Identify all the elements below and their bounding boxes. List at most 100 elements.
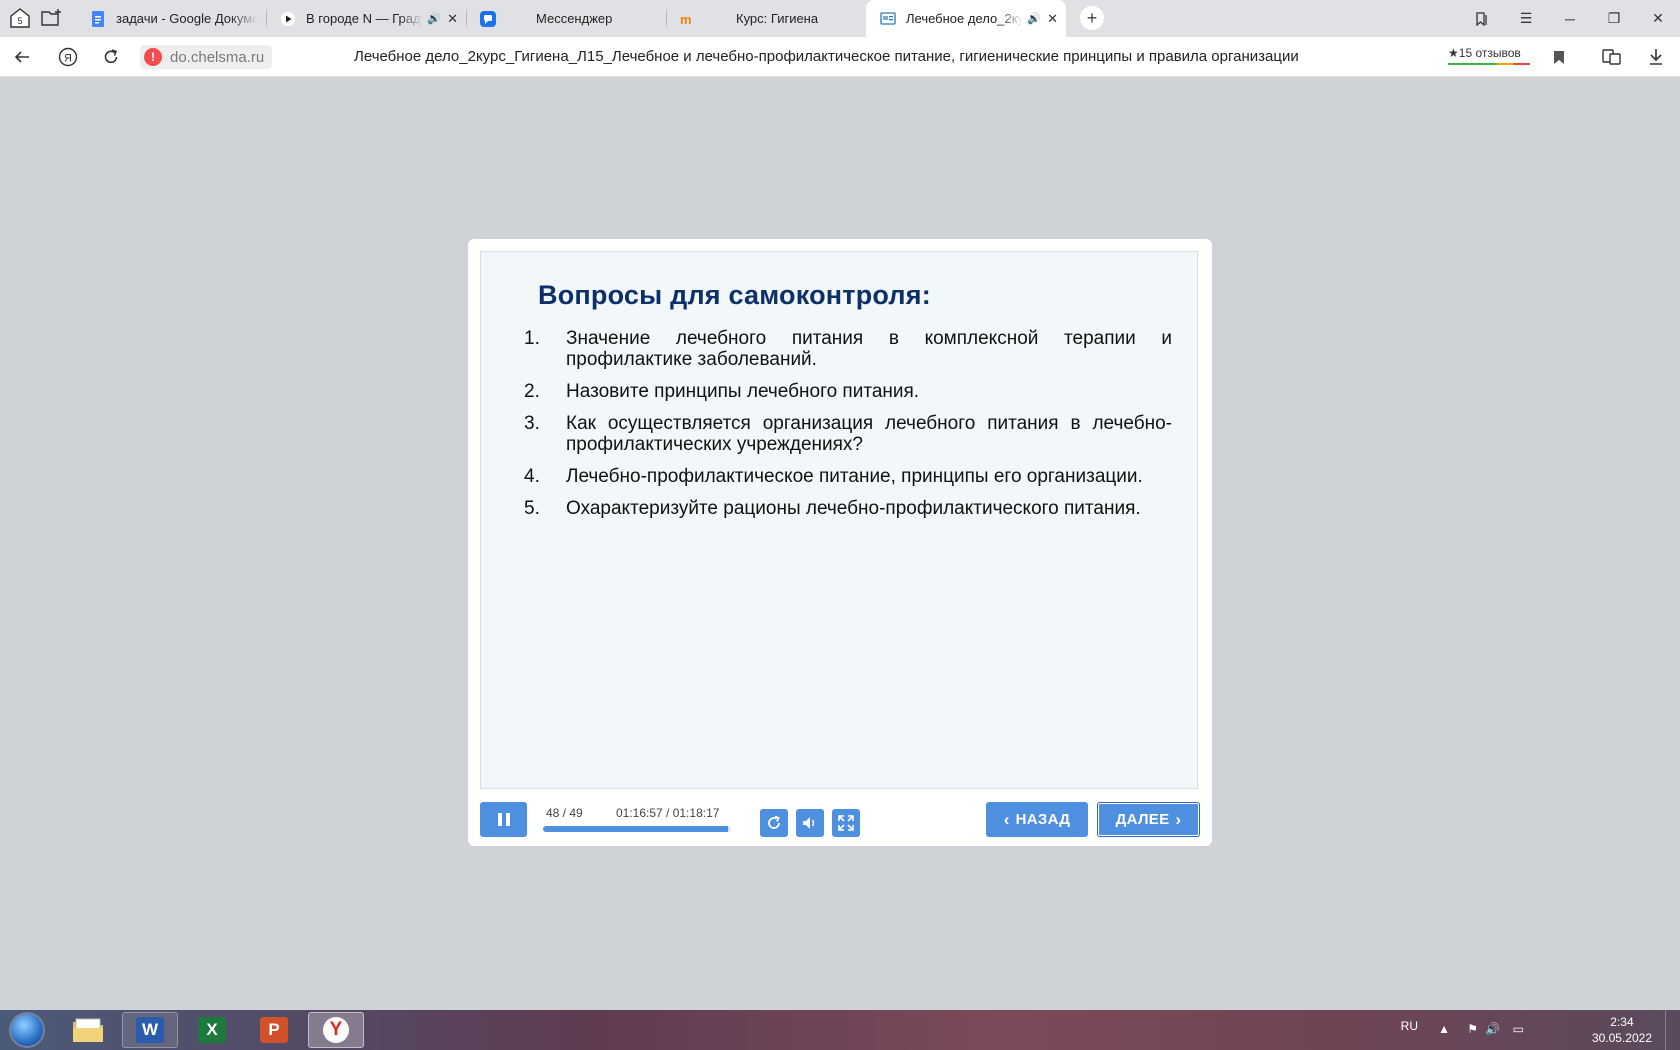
start-button[interactable]	[4, 1012, 50, 1048]
fullscreen-icon	[838, 815, 854, 831]
question-number: 5.	[524, 498, 540, 519]
taskbar-excel[interactable]: X	[184, 1012, 240, 1048]
yandex-logo-icon[interactable]: Я	[54, 43, 82, 71]
tabs-menu-icon[interactable]: 5	[6, 4, 34, 32]
taskbar-yandex[interactable]: Y	[308, 1012, 364, 1048]
question-text: Лечебно-профилактическое питание, принци…	[566, 466, 1143, 487]
question-text: Охарактеризуйте рационы лечебно-профилак…	[566, 498, 1141, 519]
tab-strip: 5 задачи - Google Документ В городе N — …	[0, 0, 1680, 37]
moodle-icon: m	[680, 11, 696, 27]
volume-button[interactable]	[796, 809, 824, 837]
pause-button[interactable]	[480, 802, 527, 837]
next-label: ДАЛЕЕ	[1115, 811, 1170, 828]
tab-course-hygiene[interactable]: m Курс: Гигиена	[666, 0, 866, 37]
reload-icon[interactable]	[97, 43, 125, 71]
tab-title: Курс: Гигиена	[736, 11, 819, 26]
svg-text:m: m	[680, 12, 692, 26]
close-icon[interactable]: ✕	[447, 11, 458, 27]
clock-date: 30.05.2022	[1591, 1031, 1652, 1045]
prev-label: НАЗАД	[1015, 811, 1071, 828]
close-window-icon[interactable]: ✕	[1636, 0, 1680, 37]
download-icon[interactable]	[1642, 43, 1670, 71]
address-bar: Я ! do.chelsma.ru Лечебное дело_2курс_Ги…	[0, 37, 1680, 77]
page-title[interactable]: Лечебное дело_2курс_Гигиена_Л15_Лечебное…	[354, 48, 1299, 65]
pause-icon	[497, 813, 502, 826]
tab-gradusnik[interactable]: В городе N — Градусник 🔊 ✕	[266, 0, 466, 37]
bookmark-icon[interactable]	[1545, 43, 1573, 71]
slide: Вопросы для самоконтроля: 1. Значение леч…	[480, 251, 1198, 789]
language-indicator[interactable]: RU	[1401, 1019, 1418, 1033]
plus-icon: +	[1086, 7, 1098, 28]
replay-button[interactable]	[760, 809, 788, 837]
next-slide-button[interactable]: ДАЛЕЕ ›	[1097, 802, 1200, 837]
menu-icon[interactable]: ☰	[1504, 0, 1548, 37]
question-number: 1.	[524, 328, 540, 349]
progress-fill	[543, 826, 728, 832]
presentation-player: Вопросы для самоконтроля: 1. Значение леч…	[468, 239, 1212, 846]
yandex-icon: Y	[323, 1017, 349, 1043]
question-text: Назовите принципы лечебного питания.	[566, 381, 920, 402]
close-icon[interactable]: ✕	[1047, 11, 1058, 27]
question-item: 1. Значение лечебного питания в комплексн…	[524, 328, 1172, 370]
tab-messenger[interactable]: Мессенджер	[466, 0, 666, 37]
tab-title: В городе N — Градусник	[306, 11, 423, 26]
question-item: 5. Охарактеризуйте рационы лечебно-профил…	[524, 498, 1172, 519]
player-controls: 48 / 49 01:16:57 / 01:18:17 ‹ НАЗАД ДАЛЕ…	[480, 802, 1200, 838]
speaker-icon[interactable]: 🔊	[1027, 12, 1041, 25]
question-item: 4. Лечебно-профилактическое питание, прин…	[524, 466, 1172, 487]
tab-title: Лечебное дело_2курс	[906, 11, 1024, 26]
question-item: 3. Как осуществляется организация лечебно…	[524, 413, 1172, 455]
slides-icon	[880, 11, 896, 27]
messenger-icon	[480, 10, 496, 27]
question-number: 2.	[524, 381, 540, 402]
tray-expand-icon[interactable]: ▲	[1438, 1022, 1450, 1036]
tab-lecture[interactable]: Лечебное дело_2курс 🔊 ✕	[866, 0, 1066, 37]
powerpoint-icon: P	[260, 1017, 288, 1043]
tab-google-docs[interactable]: задачи - Google Документ	[76, 0, 266, 37]
taskbar-word[interactable]: W	[122, 1012, 178, 1048]
svg-text:Я: Я	[64, 53, 72, 65]
star-icon: ★	[1448, 46, 1459, 60]
volume-icon	[803, 817, 815, 829]
prev-slide-button[interactable]: ‹ НАЗАД	[986, 802, 1088, 837]
reviews-badge[interactable]: ★15 отзывов	[1448, 46, 1530, 65]
bookmarks-panel-icon[interactable]	[1460, 0, 1504, 37]
question-number: 4.	[524, 466, 540, 487]
progress-bar[interactable]	[543, 826, 731, 832]
clock[interactable]: 2:34 30.05.2022	[1592, 1014, 1652, 1046]
system-tray: RU ▲ ⚑ 🔊 ▭ 2:34 30.05.2022	[1380, 1010, 1680, 1050]
folder-icon	[73, 1018, 103, 1042]
word-icon: W	[136, 1017, 164, 1043]
window-controls: ☰ ─ ❐ ✕	[1460, 0, 1680, 37]
taskbar-explorer[interactable]	[60, 1012, 116, 1048]
new-group-icon[interactable]	[38, 4, 66, 32]
new-tab-button[interactable]: +	[1080, 6, 1104, 30]
question-text: Значение лечебного питания в комплексной…	[566, 328, 1172, 370]
tab-title: задачи - Google Документ	[116, 11, 258, 26]
volume-tray-icon[interactable]: 🔊	[1485, 1022, 1500, 1036]
question-text: Как осуществляется организация лечебного…	[566, 413, 1172, 455]
play-icon	[280, 11, 296, 27]
tabs: задачи - Google Документ В городе N — Гр…	[76, 0, 1104, 37]
windows-icon	[11, 1014, 43, 1046]
show-desktop-button[interactable]	[1665, 1010, 1680, 1050]
back-icon[interactable]	[8, 43, 36, 71]
question-number: 3.	[524, 413, 540, 434]
rating-bar	[1448, 63, 1530, 65]
restore-icon[interactable]: ❐	[1592, 0, 1636, 37]
taskbar-powerpoint[interactable]: P	[246, 1012, 302, 1048]
google-docs-icon	[90, 10, 106, 27]
question-item: 2. Назовите принципы лечебного питания.	[524, 381, 1172, 402]
translate-icon[interactable]	[1598, 43, 1626, 71]
minimize-icon[interactable]: ─	[1548, 0, 1592, 37]
timecode: 01:16:57 / 01:18:17	[616, 806, 720, 820]
flag-icon[interactable]: ⚑	[1467, 1022, 1478, 1036]
chevron-left-icon: ‹	[1003, 809, 1010, 829]
slide-counter: 48 / 49	[546, 806, 583, 820]
network-icon[interactable]: ▭	[1513, 1022, 1524, 1036]
tab-title: Мессенджер	[536, 11, 613, 26]
site-info[interactable]: ! do.chelsma.ru	[140, 45, 273, 69]
chevron-right-icon: ›	[1175, 809, 1182, 829]
fullscreen-button[interactable]	[832, 809, 860, 837]
speaker-icon[interactable]: 🔊	[427, 12, 441, 25]
